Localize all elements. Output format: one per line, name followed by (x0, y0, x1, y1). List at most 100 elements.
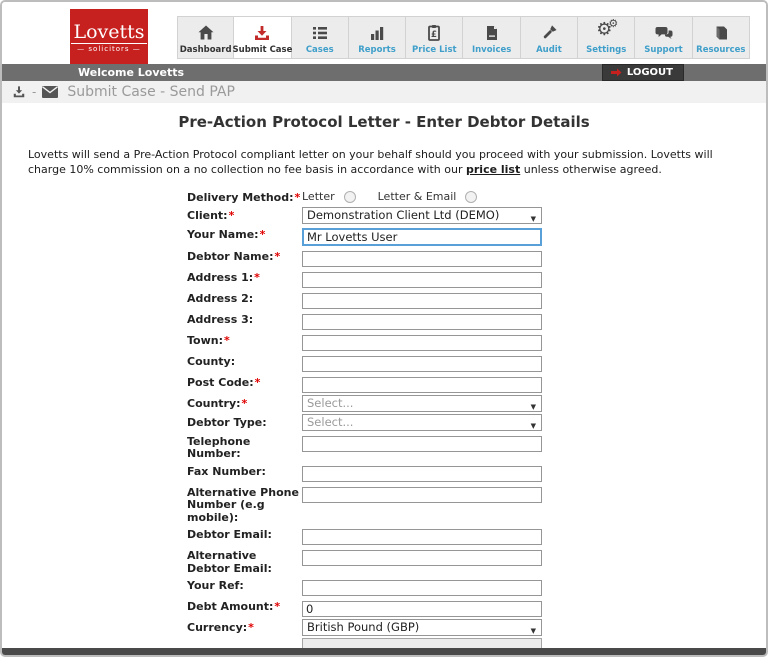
country-select[interactable]: Select...▼ (302, 395, 542, 412)
postcode-input[interactable] (302, 377, 542, 393)
address3-input[interactable] (302, 314, 542, 330)
form-row-country: Country:* Select...▼ (187, 395, 766, 412)
header: Lovetts solicitors Dashboard Submit Case… (2, 2, 766, 64)
chevron-down-icon: ▼ (531, 624, 536, 639)
field-label: Your Name:* (187, 226, 302, 246)
chevron-down-icon: ▼ (531, 419, 536, 434)
book-icon (711, 23, 731, 43)
breadcrumb: - Submit Case - Send PAP (2, 81, 766, 103)
field-label: Debtor Email: (187, 526, 302, 545)
letter-radio[interactable] (344, 191, 356, 203)
nav-label: Settings (586, 45, 626, 55)
nav-item-dashboard[interactable]: Dashboard (177, 16, 234, 59)
radio-label-letter-email: Letter & Email (378, 190, 457, 203)
nav-item-audit[interactable]: Audit (521, 16, 578, 59)
debtor-name-input[interactable] (302, 251, 542, 267)
required-asterisk: * (224, 334, 230, 347)
field-label: Debtor Name:* (187, 248, 302, 267)
county-input[interactable] (302, 356, 542, 372)
breadcrumb-title: Submit Case - Send PAP (67, 84, 235, 100)
nav-item-invoices[interactable]: Invoices (463, 16, 520, 59)
intro-paragraph: Lovetts will send a Pre-Action Protocol … (28, 147, 740, 177)
nav-label: Dashboard (180, 45, 232, 55)
your-name-input[interactable] (302, 228, 542, 246)
required-asterisk: * (242, 397, 248, 410)
form-row-alt-debtor-email: Alternative Debtor Email: (187, 547, 766, 575)
breadcrumb-separator: - (32, 85, 36, 99)
document-icon (482, 23, 502, 43)
field-label: Post Code:* (187, 374, 302, 393)
nav-item-reports[interactable]: Reports (349, 16, 406, 59)
form-row-debt-amount: Debt Amount:* (187, 598, 766, 617)
debtor-email-input[interactable] (302, 529, 542, 545)
form-row-alt-phone: Alternative Phone Number (e.g mobile): (187, 484, 766, 525)
nav-label: Cases (306, 45, 334, 55)
field-label: Currency:* (187, 619, 302, 636)
field-label: Town:* (187, 332, 302, 351)
field-label: Your Ref: (187, 577, 302, 596)
logout-label: LOGOUT (627, 65, 673, 80)
logout-button[interactable]: LOGOUT (602, 64, 684, 81)
your-ref-input[interactable] (302, 580, 542, 596)
town-input[interactable] (302, 335, 542, 351)
nav-label: Audit (536, 45, 562, 55)
form-row-debtor-name: Debtor Name:* (187, 248, 766, 267)
chevron-down-icon: ▼ (531, 400, 536, 415)
lovetts-logo: Lovetts solicitors (70, 9, 148, 64)
nav-item-resources[interactable]: Resources (693, 16, 750, 59)
logo-title: Lovetts (71, 22, 146, 44)
field-label: Client:* (187, 207, 302, 224)
nav-label: Reports (358, 45, 396, 55)
field-label: Delivery Method:* (187, 189, 302, 205)
field-label: Address 1:* (187, 269, 302, 288)
submit-case-download-icon (252, 23, 272, 43)
field-label: Debt Amount:* (187, 598, 302, 617)
field-label: Country:* (187, 395, 302, 412)
envelope-icon (42, 86, 58, 98)
form-row-currency: Currency:* British Pound (GBP)▼ (187, 619, 766, 636)
chevron-down-icon: ▼ (531, 212, 536, 227)
flashlight-icon (539, 23, 559, 43)
form-row-client: Client:* Demonstration Client Ltd (DEMO)… (187, 207, 766, 224)
welcome-text: Welcome Lovetts (78, 66, 184, 79)
list-icon (310, 23, 330, 43)
field-label: Debtor Type: (187, 414, 302, 431)
nav-item-price-list[interactable]: £ Price List (406, 16, 463, 59)
clipboard-pound-icon: £ (424, 23, 444, 43)
client-select[interactable]: Demonstration Client Ltd (DEMO)▼ (302, 207, 542, 224)
debt-amount-input[interactable] (302, 601, 542, 617)
field-label: County: (187, 353, 302, 372)
nav-item-settings[interactable]: ⚙⚙ Settings (578, 16, 635, 59)
logo-tagline: solicitors (70, 45, 148, 53)
currency-select[interactable]: British Pound (GBP)▼ (302, 619, 542, 636)
form-row-your-name: Your Name:* (187, 226, 766, 246)
form-row-your-ref: Your Ref: (187, 577, 766, 596)
address1-input[interactable] (302, 272, 542, 288)
telephone-input[interactable] (302, 436, 542, 452)
form-row-town: Town:* (187, 332, 766, 351)
window-bottom-bar (2, 648, 766, 655)
required-asterisk: * (260, 228, 266, 241)
required-asterisk: * (275, 250, 281, 263)
logout-arrow-icon (611, 68, 622, 77)
nav-item-cases[interactable]: Cases (292, 16, 349, 59)
form-row-address1: Address 1:* (187, 269, 766, 288)
alt-debtor-email-input[interactable] (302, 550, 542, 566)
app-window: Lovetts solicitors Dashboard Submit Case… (0, 0, 768, 657)
price-list-link[interactable]: price list (466, 163, 520, 176)
alt-phone-input[interactable] (302, 487, 542, 503)
field-label: Address 3: (187, 311, 302, 330)
bar-chart-icon (367, 23, 387, 43)
address2-input[interactable] (302, 293, 542, 309)
required-asterisk: * (295, 191, 301, 204)
radio-label-letter: Letter (302, 190, 335, 203)
debtor-type-select[interactable]: Select...▼ (302, 414, 542, 431)
form-row-delivery-method: Delivery Method:* Letter Letter & Email (187, 189, 766, 205)
nav-item-submit-case[interactable]: Submit Case (234, 16, 291, 59)
letter-email-radio[interactable] (465, 191, 477, 203)
intro-text-after: unless otherwise agreed. (520, 163, 662, 176)
nav-item-support[interactable]: Support (635, 16, 692, 59)
download-icon[interactable] (12, 85, 26, 99)
nav-label: Price List (412, 45, 457, 55)
fax-input[interactable] (302, 466, 542, 482)
